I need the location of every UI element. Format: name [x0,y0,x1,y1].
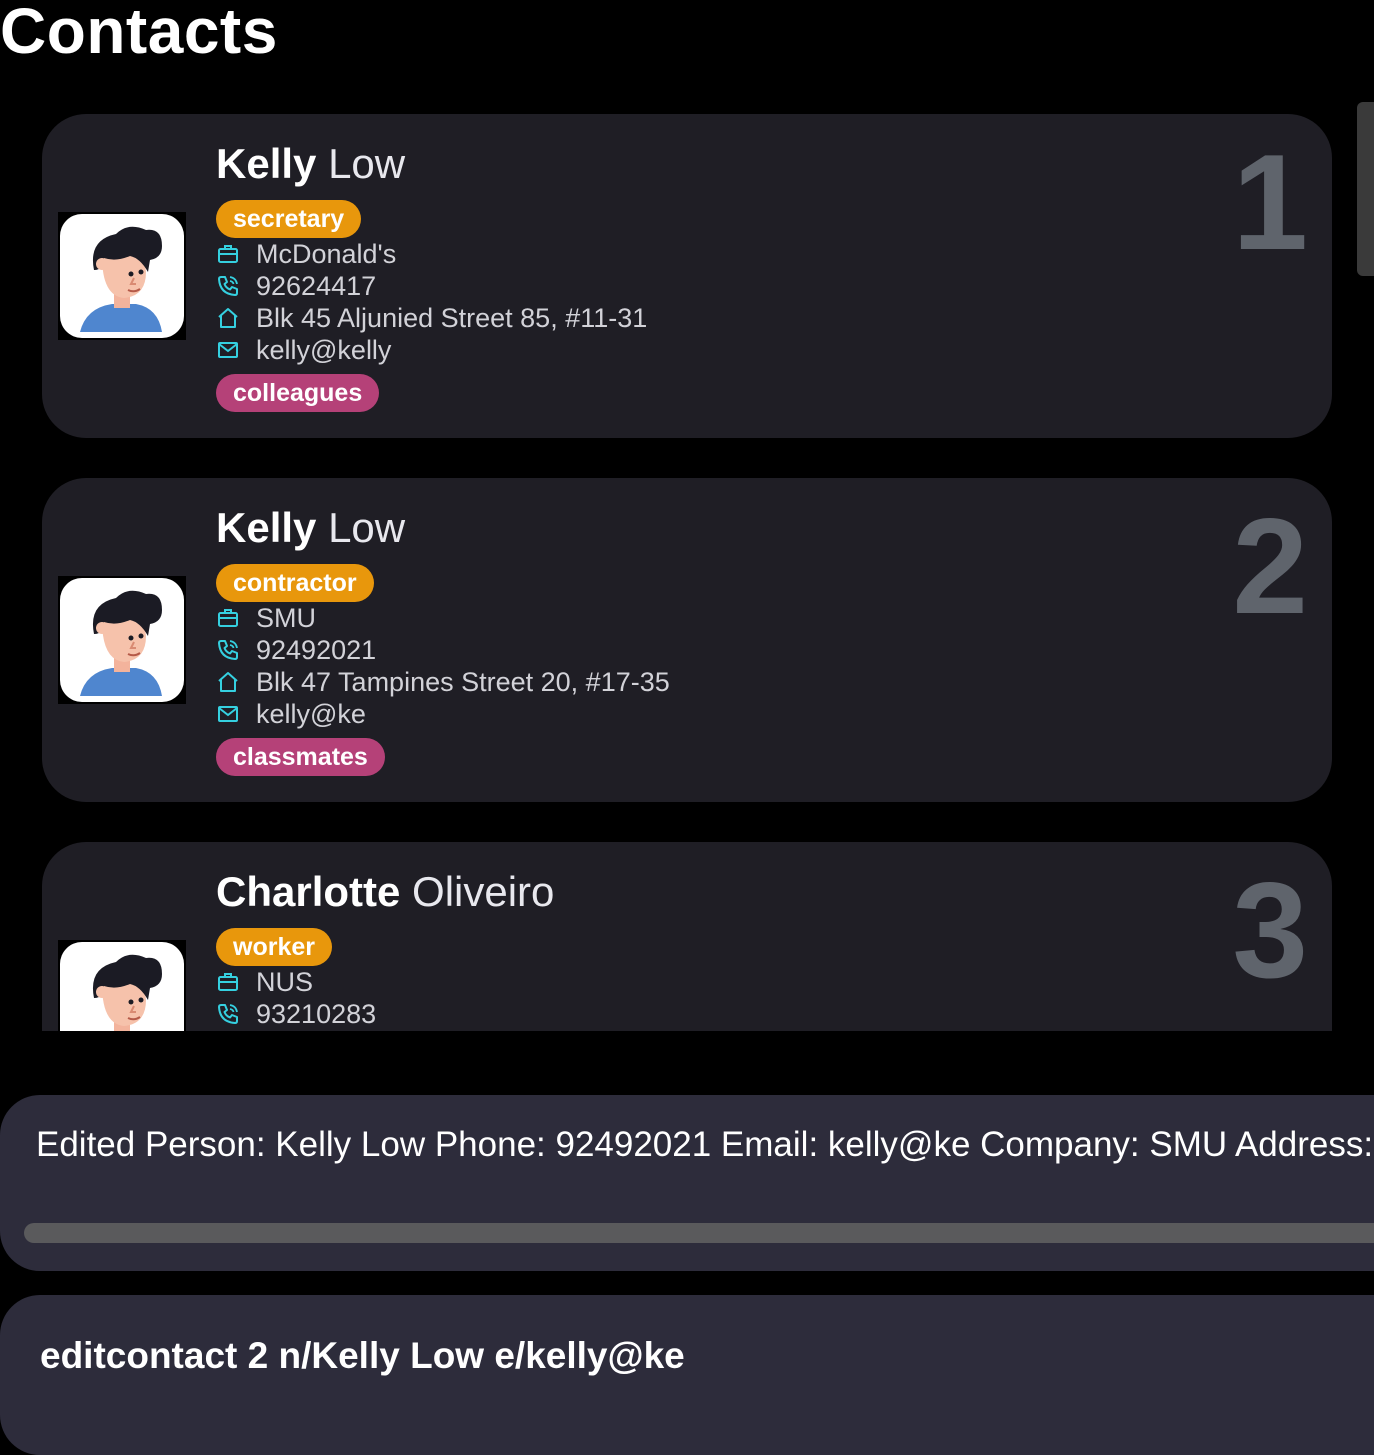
command-input[interactable]: editcontact 2 n/Kelly Low e/kelly@ke [40,1335,685,1377]
phone-value: 92492021 [256,634,377,665]
first-name: Charlotte [216,868,401,915]
email-value: kelly@ke [256,698,366,729]
phone-row: 92624417 [216,270,376,302]
command-box[interactable]: editcontact 2 n/Kelly Low e/kelly@ke [0,1295,1374,1455]
contact-list-scrollbar[interactable] [1357,102,1374,276]
company-row: SMU [216,602,316,634]
email-value: kelly@kelly [256,334,392,365]
mail-icon [216,702,240,726]
contact-list[interactable]: Kelly Low secretary McDonald's 92624417 … [0,100,1374,1031]
last-name: Low [328,504,406,551]
role-tag: secretary [216,200,362,238]
contact-index: 3 [1232,854,1308,1006]
phone-icon [216,1002,240,1026]
address-row: Blk 47 Tampines Street 20, #17-35 [216,666,670,698]
phone-row: 92492021 [216,634,376,666]
phone-value: 93210283 [256,998,377,1029]
company-value: NUS [256,966,314,997]
briefcase-icon [216,606,240,630]
role-tag: worker [216,928,332,966]
contact-index: 1 [1232,126,1308,278]
contact-card[interactable]: Charlotte Oliveiro worker NUS 93210283 3 [42,842,1332,1031]
group-tag: classmates [216,738,385,776]
address-value: Blk 45 Aljunied Street 85, #11-31 [256,302,648,333]
role-tag: contractor [216,564,374,602]
phone-row: 93210283 [216,998,376,1030]
contact-index: 2 [1232,490,1308,642]
company-value: McDonald's [256,238,397,269]
address-row: Blk 45 Aljunied Street 85, #11-31 [216,302,647,334]
phone-icon [216,274,240,298]
avatar [58,940,186,1031]
email-row: kelly@kelly [216,334,391,366]
company-value: SMU [256,602,316,633]
briefcase-icon [216,970,240,994]
avatar [58,576,186,704]
first-name: Kelly [216,504,317,551]
contact-name: Kelly Low [216,504,405,552]
mail-icon [216,338,240,362]
last-name: Low [328,140,406,187]
last-name: Oliveiro [412,868,555,915]
home-icon [216,306,240,330]
address-value: Blk 47 Tampines Street 20, #17-35 [256,666,670,697]
result-display: Edited Person: Kelly Low Phone: 92492021… [0,1095,1374,1271]
avatar [58,212,186,340]
contact-card[interactable]: Kelly Low secretary McDonald's 92624417 … [42,114,1332,438]
phone-value: 92624417 [256,270,377,301]
company-row: McDonald's [216,238,396,270]
first-name: Kelly [216,140,317,187]
result-horizontal-scrollbar[interactable] [24,1223,1374,1243]
briefcase-icon [216,242,240,266]
group-tag: colleagues [216,374,380,412]
page-title: Contacts [0,0,278,67]
contact-name: Charlotte Oliveiro [216,868,554,916]
contact-card[interactable]: Kelly Low contractor SMU 92492021 Blk 47… [42,478,1332,802]
phone-icon [216,638,240,662]
result-text: Edited Person: Kelly Low Phone: 92492021… [36,1125,1374,1164]
company-row: NUS [216,966,313,998]
home-icon [216,670,240,694]
contact-name: Kelly Low [216,140,405,188]
email-row: kelly@ke [216,698,366,730]
